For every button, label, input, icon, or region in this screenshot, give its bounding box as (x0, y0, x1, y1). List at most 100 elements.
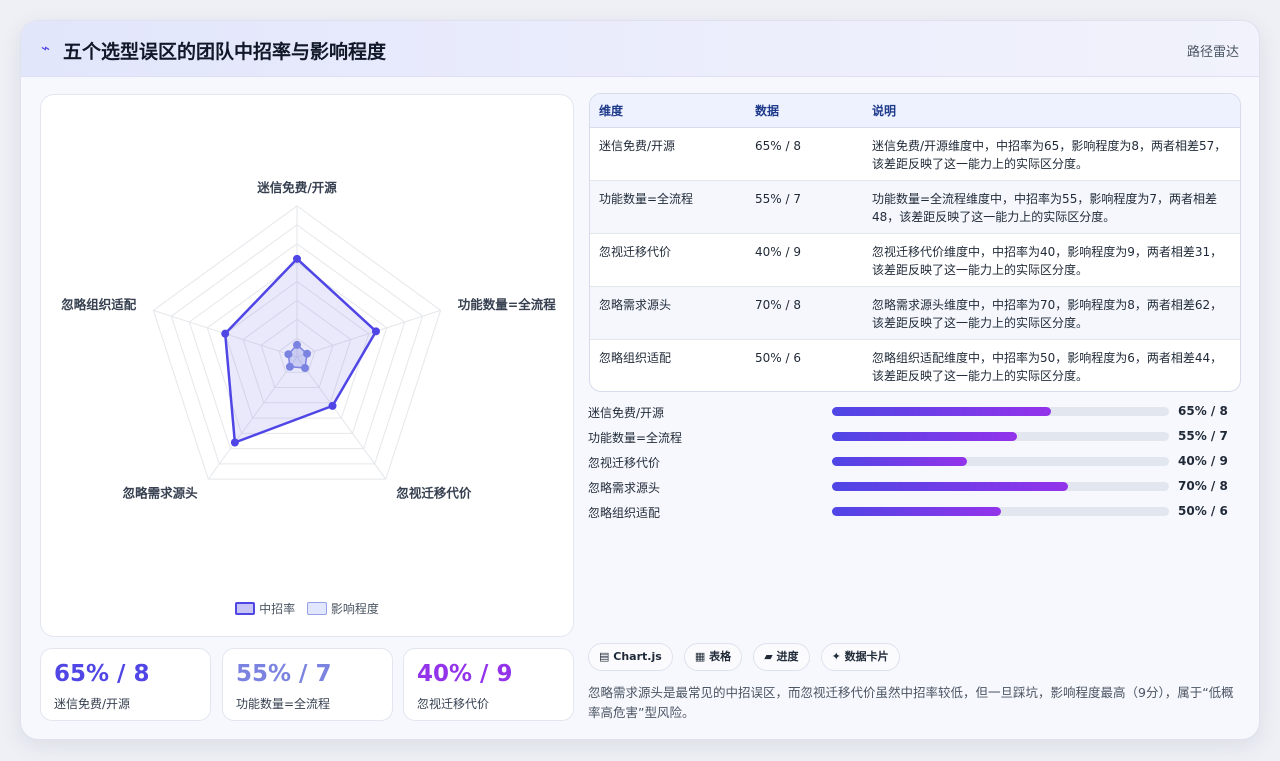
table-header-dimension: 维度 (590, 94, 746, 128)
progress-value: 55% / 7 (1178, 429, 1228, 443)
chart-legend: 中招率 影响程度 (41, 600, 573, 617)
progress-track (832, 507, 1169, 516)
legend-item-impact[interactable]: 影响程度 (306, 600, 379, 617)
radar-axis-label: 忽视迁移代价 (396, 486, 472, 501)
zigzag-chart-icon: ⌁ (41, 39, 51, 57)
progress-value: 40% / 9 (1178, 454, 1228, 468)
chip-label: Chart.js (613, 650, 662, 663)
table-header-data: 数据 (746, 94, 863, 128)
radar-axis-label: 忽略需求源头 (123, 486, 199, 501)
progress-value: 70% / 8 (1178, 479, 1228, 493)
table-row: 忽略组织适配 50% / 6 忽略组织适配维度中，中招率为50，影响程度为6，两… (590, 339, 1240, 391)
table-cell-data: 50% / 6 (755, 350, 801, 365)
radar-series-2-point (284, 350, 293, 359)
progress-fill (832, 407, 1052, 416)
legend-swatch-rate (235, 602, 256, 615)
legend-label-impact: 影响程度 (330, 602, 379, 616)
table-cell-data: 55% / 7 (746, 180, 863, 234)
radar-chart: 迷信免费/开源功能数量=全流程忽视迁移代价 忽略需求源头 忽略组织适配 (61, 180, 556, 501)
header: ⌁ 五个选型误区的团队中招率与影响程度 路径雷达 (21, 21, 1259, 77)
stat-card-3: 40% / 9 忽视迁移代价 (403, 648, 574, 721)
progress-label: 忽略组织适配 (588, 506, 661, 520)
radar-series-1-point (328, 401, 337, 410)
progress-value: 50% / 6 (1178, 504, 1228, 518)
chip-label: 进度 (776, 650, 799, 663)
chip-progress[interactable]: ▰ 进度 (753, 643, 810, 671)
progress-fill (832, 457, 967, 466)
radar-axis-label: 迷信免费/开源 (256, 180, 337, 195)
progress-row: 忽略组织适配 50% / 6 (588, 502, 1228, 527)
sparkle-icon: ✦ (831, 650, 841, 663)
progress-row: 忽略需求源头 70% / 8 (588, 477, 1228, 502)
table-cell-data: 40% / 9 (746, 233, 863, 287)
table-row: 迷信免费/开源 65% / 8 迷信免费/开源维度中，中招率为65，影响程度为8… (590, 127, 1240, 181)
progress-row: 忽视迁移代价 40% / 9 (588, 452, 1228, 477)
progress-track (832, 432, 1169, 441)
data-table: 维度 数据 说明 迷信免费/开源 65% / 8 迷信免费/开源维度中，中招率为… (589, 93, 1241, 392)
table-cell-dimension: 功能数量=全流程 (590, 180, 746, 234)
table-icon: ▦ (694, 650, 706, 663)
stat-value: 55% / 7 (236, 661, 332, 687)
stat-label: 忽视迁移代价 (417, 697, 490, 711)
table-cell-dimension: 迷信免费/开源 (590, 127, 746, 181)
table-cell-description: 忽略组织适配维度中，中招率为50，影响程度为6，两者相差44，该差距反映了这一能… (872, 350, 1223, 383)
table-cell-description: 迷信免费/开源维度中，中招率为65，影响程度为8，两者相差57，该差距反映了这一… (863, 127, 1240, 181)
progress-icon: ▰ (764, 650, 773, 663)
chart-icon: ▤ (599, 650, 610, 663)
main-card: ⌁ 五个选型误区的团队中招率与影响程度 路径雷达 迷信免费/开源 功能数量=全流程… (20, 20, 1260, 740)
chip-label: 表格 (709, 650, 732, 663)
stat-value: 65% / 8 (54, 661, 150, 687)
table-cell-dimension: 忽略需求源头 (590, 286, 746, 340)
tag-chips: ▤ Chart.js ▦ 表格 ▰ 进度 ✦ 数据卡片 (588, 643, 906, 671)
stat-label: 功能数量=全流程 (236, 697, 331, 711)
radar-series-1-point (293, 254, 301, 263)
table-cell-data: 70% / 8 (746, 286, 863, 340)
progress-fill (832, 432, 1018, 441)
radar-axis-label: 功能数量=全流程 (458, 297, 556, 312)
chip-chartjs[interactable]: ▤ Chart.js (588, 643, 673, 671)
table-header-row: 维度 数据 说明 (590, 94, 1240, 128)
chip-table[interactable]: ▦ 表格 (683, 643, 743, 671)
progress-row: 迷信免费/开源 65% / 8 (588, 402, 1228, 427)
table-row: 忽视迁移代价 40% / 9 忽视迁移代价维度中，中招率为40，影响程度为9，两… (590, 233, 1240, 287)
chip-label: 数据卡片 (844, 650, 889, 663)
table-cell-description: 功能数量=全流程维度中，中招率为55，影响程度为7，两者相差48，该差距反映了这… (863, 180, 1240, 234)
progress-fill (832, 482, 1068, 491)
table-cell-description: 忽略需求源头维度中，中招率为70，影响程度为8，两者相差62，该差距反映了这一能… (863, 286, 1240, 340)
table-cell-dimension: 忽视迁移代价 (590, 233, 746, 287)
progress-label: 忽视迁移代价 (588, 456, 661, 470)
progress-list: 迷信免费/开源 65% / 8 功能数量=全流程 55% / 7 忽视迁移代价 … (588, 402, 1228, 527)
radar-series-1-point (230, 438, 239, 447)
chip-data-card[interactable]: ✦ 数据卡片 (820, 643, 900, 671)
radar-series-1-point (221, 329, 230, 338)
radar-series-2-point (285, 362, 294, 371)
radar-series-2-point (293, 340, 301, 349)
table-cell-dimension: 忽略组织适配 (599, 350, 672, 365)
table-row: 功能数量=全流程 55% / 7 功能数量=全流程维度中，中招率为55，影响程度… (590, 180, 1240, 234)
page-title: 五个选型误区的团队中招率与影响程度 (63, 41, 387, 63)
progress-label: 忽略需求源头 (588, 481, 661, 495)
radar-axis-label: 忽略组织适配 (61, 297, 137, 312)
radar-chart-panel: 迷信免费/开源功能数量=全流程忽视迁移代价 忽略需求源头 忽略组织适配 中招率 影响… (40, 94, 574, 637)
radar-series-2-point (303, 349, 312, 358)
stat-card-2: 55% / 7 功能数量=全流程 (222, 648, 393, 721)
progress-track (832, 407, 1169, 416)
progress-label: 迷信免费/开源 (588, 406, 665, 420)
progress-label: 功能数量=全流程 (588, 431, 683, 445)
stat-card-1: 65% / 8 迷信免费/开源 (40, 648, 211, 721)
legend-item-rate[interactable]: 中招率 (235, 600, 295, 617)
radar-series-1-point (371, 327, 380, 336)
progress-row: 功能数量=全流程 55% / 7 (588, 427, 1228, 452)
radar-series-2-point (300, 363, 309, 372)
progress-track (832, 482, 1169, 491)
progress-track (832, 457, 1169, 466)
table-row: 忽略需求源头 70% / 8 忽略需求源头维度中，中招率为70，影响程度为8，两… (590, 286, 1240, 340)
chart-type-tag: 路径雷达 (1186, 45, 1239, 60)
legend-swatch-impact (306, 602, 327, 615)
table-cell-description: 忽视迁移代价维度中，中招率为40，影响程度为9，两者相差31，该差距反映了这一能… (863, 233, 1240, 287)
table-cell-data: 65% / 8 (746, 127, 863, 181)
table-header-description: 说明 (863, 94, 1240, 128)
stat-value: 40% / 9 (417, 661, 513, 687)
legend-label-rate: 中招率 (259, 602, 296, 616)
stat-label: 迷信免费/开源 (54, 697, 131, 711)
